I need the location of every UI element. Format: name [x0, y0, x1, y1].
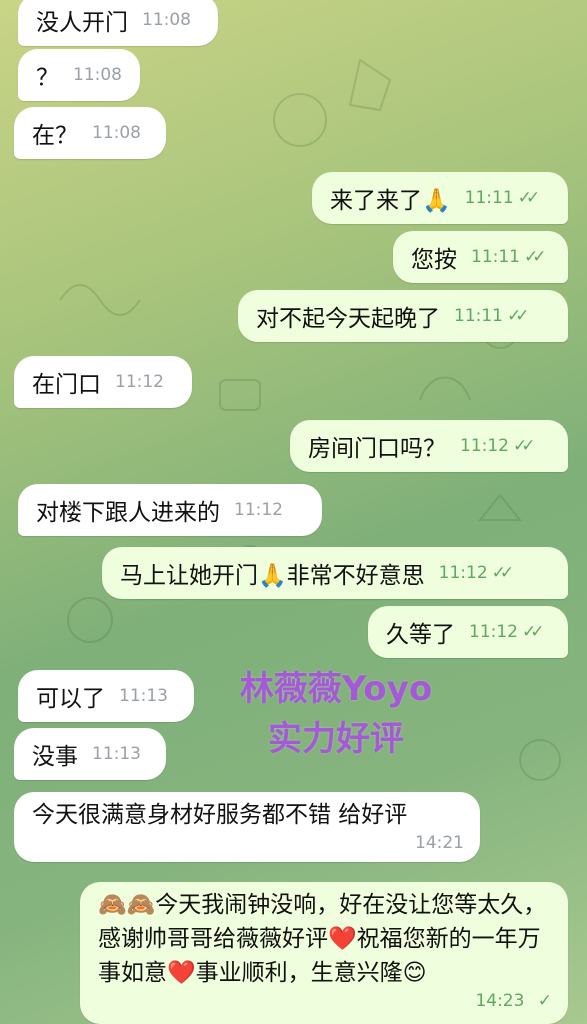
message-bubble-incoming[interactable]: 对楼下跟人进来的 11:12 [18, 484, 322, 536]
double-check-icon: ✓✓ [517, 188, 540, 208]
message-text: 久等了 [386, 622, 455, 648]
message-time: 11:12 [234, 500, 283, 520]
double-check-icon: ✓✓ [507, 306, 529, 326]
message-time: 11:13 [92, 744, 141, 764]
message-text: 在门口 [32, 372, 101, 398]
watermark-overlay: 林薇薇Yoyo 实力好评 [216, 664, 456, 764]
message-bubble-outgoing[interactable]: 🙈🙈今天我闹钟没响，好在没让您等太久，感谢帅哥哥给薇薇好评❤️祝福您新的一年万事… [80, 882, 568, 1024]
message-bubble-incoming[interactable]: 没人开门 11:08 [18, 0, 218, 46]
message-text: 对不起今天起晚了 [256, 306, 440, 332]
message-bubble-incoming[interactable]: 在门口 11:12 [14, 356, 192, 408]
message-bubble-incoming[interactable]: ？ 11:08 [18, 49, 140, 101]
message-time: 14:21 [415, 833, 464, 853]
message-text: 🙈🙈今天我闹钟没响，好在没让您等太久，感谢帅哥哥给薇薇好评❤️祝福您新的一年万事… [98, 892, 547, 986]
message-time: 11:08 [92, 123, 141, 143]
message-bubble-incoming[interactable]: 没事 11:13 [14, 728, 166, 780]
message-text: 房间门口吗？ [308, 436, 446, 462]
message-bubble-outgoing[interactable]: 对不起今天起晚了 11:11 ✓✓ [238, 290, 568, 342]
check-icon: ✓ [537, 991, 552, 1011]
message-text: 您按 [411, 247, 457, 273]
message-bubble-incoming[interactable]: 可以了 11:13 [18, 670, 194, 722]
message-text: 在？ [32, 123, 78, 149]
message-text: 可以了 [36, 686, 105, 712]
message-bubble-outgoing[interactable]: 房间门口吗？ 11:12 ✓✓ [290, 420, 568, 472]
message-time: 11:12 [115, 372, 164, 392]
message-time: 11:12 [460, 436, 509, 456]
message-bubble-incoming[interactable]: 今天很满意身材好服务都不错 给好评 14:21 [14, 792, 480, 862]
message-time: 11:08 [73, 65, 122, 85]
message-bubble-outgoing[interactable]: 久等了 11:12 ✓✓ [368, 606, 568, 658]
message-time: 11:11 [471, 247, 520, 267]
double-check-icon: ✓✓ [522, 622, 544, 642]
message-text: 马上让她开门🙏非常不好意思 [120, 563, 425, 589]
message-text: 今天很满意身材好服务都不错 给好评 [32, 802, 408, 828]
message-time: 11:11 [454, 306, 503, 326]
message-text: 对楼下跟人进来的 [36, 500, 220, 526]
message-bubble-outgoing[interactable]: 来了来了🙏 11:11 ✓✓ [312, 172, 568, 224]
watermark-line2: 实力好评 [268, 719, 404, 759]
double-check-icon: ✓✓ [513, 436, 535, 456]
message-bubble-outgoing[interactable]: 您按 11:11 ✓✓ [393, 231, 568, 283]
double-check-icon: ✓✓ [491, 563, 514, 583]
message-time: 11:13 [119, 686, 168, 706]
message-time: 11:11 [464, 188, 514, 208]
message-bubble-outgoing[interactable]: 马上让她开门🙏非常不好意思 11:12 ✓✓ [102, 547, 568, 599]
message-text: 没人开门 [36, 10, 128, 36]
double-check-icon: ✓✓ [524, 247, 546, 267]
message-time: 14:23 [475, 991, 525, 1011]
message-time: 11:08 [142, 10, 191, 30]
watermark-line1: 林薇薇Yoyo [239, 669, 433, 709]
message-time: 11:12 [469, 622, 518, 642]
message-text: ？ [36, 65, 59, 91]
message-text: 没事 [32, 744, 78, 770]
message-bubble-incoming[interactable]: 在？ 11:08 [14, 107, 166, 159]
message-time: 11:12 [438, 563, 488, 583]
message-text: 来了来了🙏 [330, 188, 451, 214]
